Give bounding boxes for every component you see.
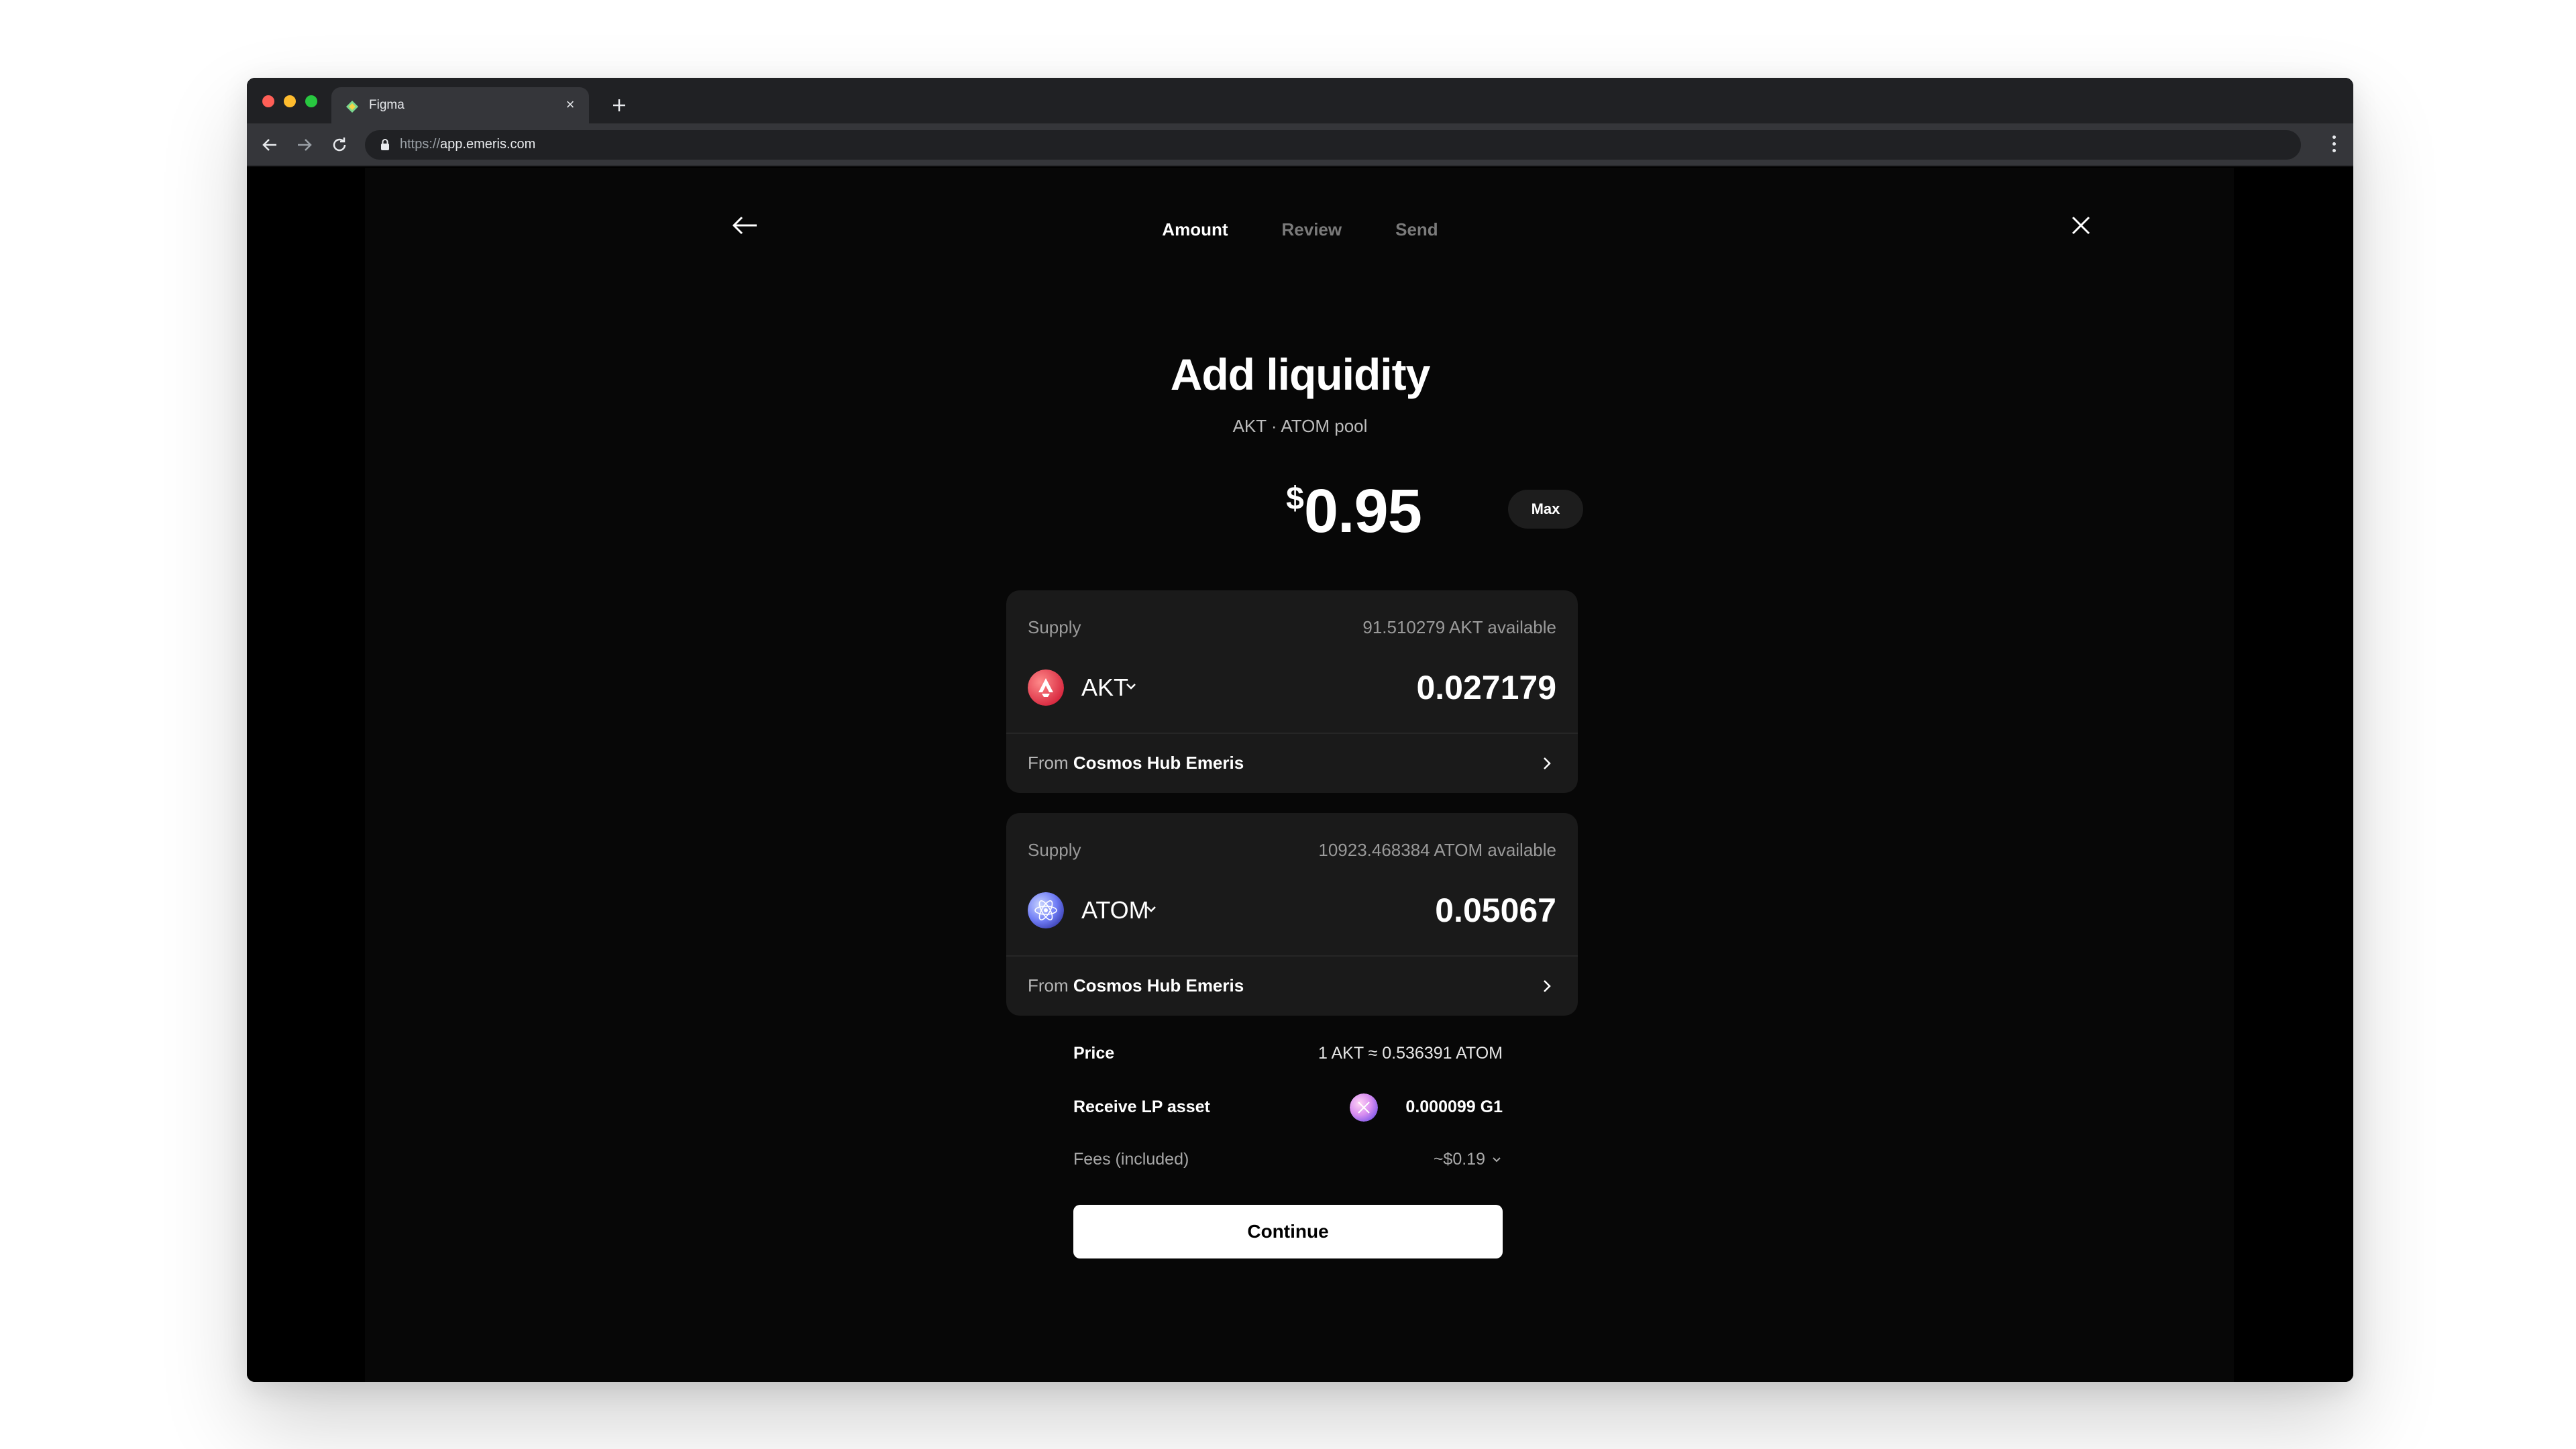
chevron-down-icon[interactable] xyxy=(1124,682,1138,692)
step-review[interactable]: Review xyxy=(1282,219,1342,240)
tab-title: Figma xyxy=(369,98,405,112)
supply-label: Supply xyxy=(1028,840,1081,860)
available-balance: 91.510279 AKT available xyxy=(1362,617,1556,637)
maximize-window-button[interactable] xyxy=(305,95,317,107)
receive-lp-label: Receive LP asset xyxy=(1073,1097,1210,1116)
receive-lp-value: 0.000099 G1 xyxy=(1405,1097,1503,1116)
supply-label: Supply xyxy=(1028,617,1081,637)
amount-display: $0.95 xyxy=(1220,476,1488,550)
minimize-window-button[interactable] xyxy=(284,95,296,107)
browser-window: Figma × https://app.emeris.com Amount Re… xyxy=(247,78,2353,1382)
page-title: Add liquidity xyxy=(1170,350,1431,399)
price-value: 1 AKT ≈ 0.536391 ATOM xyxy=(1318,1044,1503,1063)
tab-bar: Figma × xyxy=(247,78,2353,123)
akt-logo-icon xyxy=(1028,669,1064,706)
back-icon[interactable] xyxy=(260,136,279,154)
chevron-down-icon[interactable] xyxy=(1144,904,1158,915)
token-selector-akt[interactable]: AKT xyxy=(1081,674,1128,702)
token-selector-atom[interactable]: ATOM xyxy=(1081,896,1149,924)
supply-card-atom: Supply 10923.468384 ATOM available ATOM xyxy=(1006,813,1578,1016)
supply-card-akt: Supply 91.510279 AKT available AKT 0.027… xyxy=(1006,590,1578,793)
back-arrow-icon[interactable] xyxy=(729,212,761,239)
url-text: https://app.emeris.com xyxy=(400,137,536,152)
lock-icon xyxy=(381,139,389,150)
max-button[interactable]: Max xyxy=(1508,490,1583,529)
chevron-down-icon[interactable] xyxy=(1491,1155,1503,1165)
figma-favicon xyxy=(346,101,358,113)
atom-logo-icon xyxy=(1028,892,1064,928)
plus-icon[interactable] xyxy=(609,95,629,115)
lp-token-icon xyxy=(1350,1093,1378,1122)
forward-icon[interactable] xyxy=(295,136,314,154)
continue-button[interactable]: Continue xyxy=(1073,1205,1503,1258)
app-viewport: Amount Review Send Add liquidity AKT · A… xyxy=(247,168,2353,1382)
step-amount[interactable]: Amount xyxy=(1162,219,1228,240)
step-navigation: Amount Review Send xyxy=(1126,216,1474,243)
tab-close-icon[interactable]: × xyxy=(562,97,578,113)
chevron-right-icon[interactable] xyxy=(1540,977,1554,996)
akt-amount-input[interactable]: 0.027179 xyxy=(1416,668,1556,707)
close-window-button[interactable] xyxy=(262,95,274,107)
fees-value[interactable]: ~$0.19 xyxy=(1434,1150,1503,1169)
chevron-right-icon[interactable] xyxy=(1540,754,1554,773)
close-icon[interactable] xyxy=(2068,212,2094,239)
receive-lp-row: Receive LP asset 0.000099 G1 xyxy=(1073,1093,1503,1124)
amount-value: 0.95 xyxy=(1303,477,1422,545)
card-divider xyxy=(1006,955,1578,957)
source-chain-atom[interactable]: From Cosmos Hub Emeris xyxy=(1028,975,1244,996)
pool-subtitle: AKT · ATOM pool xyxy=(1232,416,1368,436)
reload-icon[interactable] xyxy=(330,136,349,154)
more-vert-icon[interactable] xyxy=(2330,136,2337,154)
step-send[interactable]: Send xyxy=(1395,219,1438,240)
atom-amount-input[interactable]: 0.05067 xyxy=(1435,891,1556,930)
address-bar[interactable]: https://app.emeris.com xyxy=(365,130,2301,160)
card-divider xyxy=(1006,733,1578,734)
price-label: Price xyxy=(1073,1044,1115,1063)
browser-tab[interactable]: Figma × xyxy=(331,87,589,123)
price-row: Price 1 AKT ≈ 0.536391 ATOM xyxy=(1073,1044,1503,1071)
currency-symbol: $ xyxy=(1286,481,1304,517)
available-balance: 10923.468384 ATOM available xyxy=(1318,840,1556,860)
fees-row[interactable]: Fees (included) ~$0.19 xyxy=(1073,1150,1503,1177)
fees-label: Fees (included) xyxy=(1073,1150,1189,1169)
source-chain-akt[interactable]: From Cosmos Hub Emeris xyxy=(1028,753,1244,773)
browser-toolbar: https://app.emeris.com xyxy=(247,123,2353,166)
